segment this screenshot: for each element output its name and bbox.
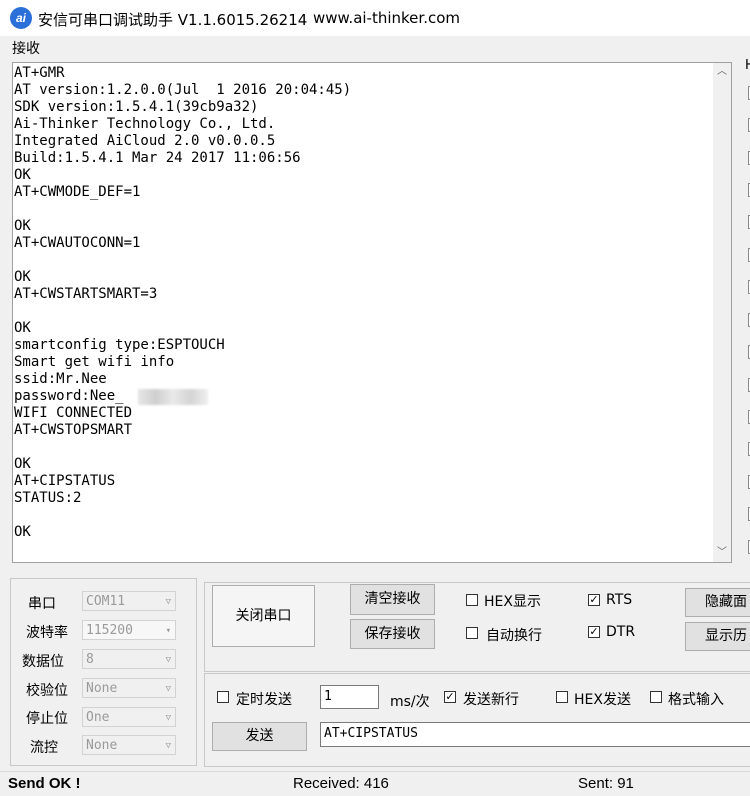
port-label: 串口	[28, 596, 56, 612]
dtr-label: DTR	[606, 624, 636, 640]
flow-label: 流控	[30, 740, 58, 756]
auto-newline-checkbox[interactable]	[466, 627, 478, 639]
parity-select-value: None	[86, 681, 118, 696]
format-input-checkbox[interactable]	[650, 691, 662, 703]
checkmark-icon: ✓	[589, 593, 599, 606]
send-panel	[204, 673, 750, 767]
flow-select-value: None	[86, 738, 118, 753]
redacted-password	[138, 389, 208, 405]
format-input-label: 格式输入	[668, 692, 724, 708]
parity-select[interactable]: None ▽	[82, 678, 176, 698]
checkmark-icon: ✓	[445, 690, 455, 703]
clear-receive-button[interactable]: 清空接收	[350, 584, 435, 615]
chevron-down-icon: ▽	[165, 655, 171, 665]
port-select-value: COM11	[86, 594, 126, 609]
databits-select[interactable]: 8 ▽	[82, 649, 176, 669]
baud-select-value: 115200	[86, 623, 133, 638]
save-receive-button[interactable]: 保存接收	[350, 619, 435, 649]
baud-select[interactable]: 115200 ▾	[82, 620, 176, 640]
window-title-url: www.ai-thinker.com	[313, 9, 461, 27]
send-newline-label: 发送新行	[463, 692, 519, 708]
dtr-checkbox[interactable]: ✓	[588, 626, 600, 638]
close-port-button[interactable]: 关闭串口	[212, 585, 315, 647]
window-title: 安信可串口调试助手 V1.1.6015.26214	[38, 11, 308, 29]
hex-send-checkbox[interactable]	[556, 691, 568, 703]
received-count: Received: 416	[293, 775, 389, 792]
send-interval-input[interactable]: 1	[320, 685, 379, 709]
baud-label: 波特率	[26, 625, 68, 641]
send-button[interactable]: 发送	[212, 722, 307, 751]
send-status-text: Send OK !	[8, 775, 81, 792]
chevron-down-icon: ▽	[165, 597, 171, 607]
send-input[interactable]: AT+CIPSTATUS	[320, 722, 750, 747]
scroll-up-icon[interactable]: ︿	[713, 63, 731, 81]
rts-label: RTS	[606, 592, 633, 608]
clipped-right-label: H	[745, 58, 750, 73]
receive-scrollbar[interactable]: ︿ ﹀	[713, 62, 732, 563]
auto-newline-label: 自动换行	[486, 628, 542, 644]
checkmark-icon: ✓	[589, 625, 599, 638]
stopbits-label: 停止位	[26, 711, 68, 727]
send-newline-checkbox[interactable]: ✓	[444, 691, 456, 703]
hide-panel-button[interactable]: 隐藏面	[685, 588, 750, 617]
chevron-down-icon: ▽	[165, 713, 171, 723]
hex-send-label: HEX发送	[574, 692, 631, 708]
chevron-down-icon: ▽	[165, 684, 171, 694]
receive-group-label: 接收	[12, 41, 40, 57]
parity-label: 校验位	[26, 683, 68, 699]
show-history-button[interactable]: 显示历	[685, 622, 750, 651]
databits-label: 数据位	[22, 654, 64, 670]
stopbits-select[interactable]: One ▽	[82, 707, 176, 727]
chevron-down-icon: ▽	[165, 741, 171, 751]
rts-checkbox[interactable]: ✓	[588, 594, 600, 606]
chevron-down-icon: ▾	[165, 626, 171, 636]
stopbits-select-value: One	[86, 710, 110, 725]
timed-send-checkbox[interactable]	[217, 691, 229, 703]
app-logo-icon: ai	[10, 7, 32, 29]
hex-display-label: HEX显示	[484, 594, 541, 610]
databits-select-value: 8	[86, 652, 94, 667]
hex-display-checkbox[interactable]	[466, 594, 478, 606]
sent-count: Sent: 91	[578, 775, 634, 792]
receive-text: AT+GMR AT version:1.2.0.0(Jul 1 2016 20:…	[14, 65, 352, 540]
timed-send-label: 定时发送	[236, 692, 292, 708]
send-interval-unit: ms/次	[390, 694, 430, 710]
scroll-down-icon[interactable]: ﹀	[713, 544, 731, 562]
flow-select[interactable]: None ▽	[82, 735, 176, 755]
port-select[interactable]: COM11 ▽	[82, 591, 176, 611]
